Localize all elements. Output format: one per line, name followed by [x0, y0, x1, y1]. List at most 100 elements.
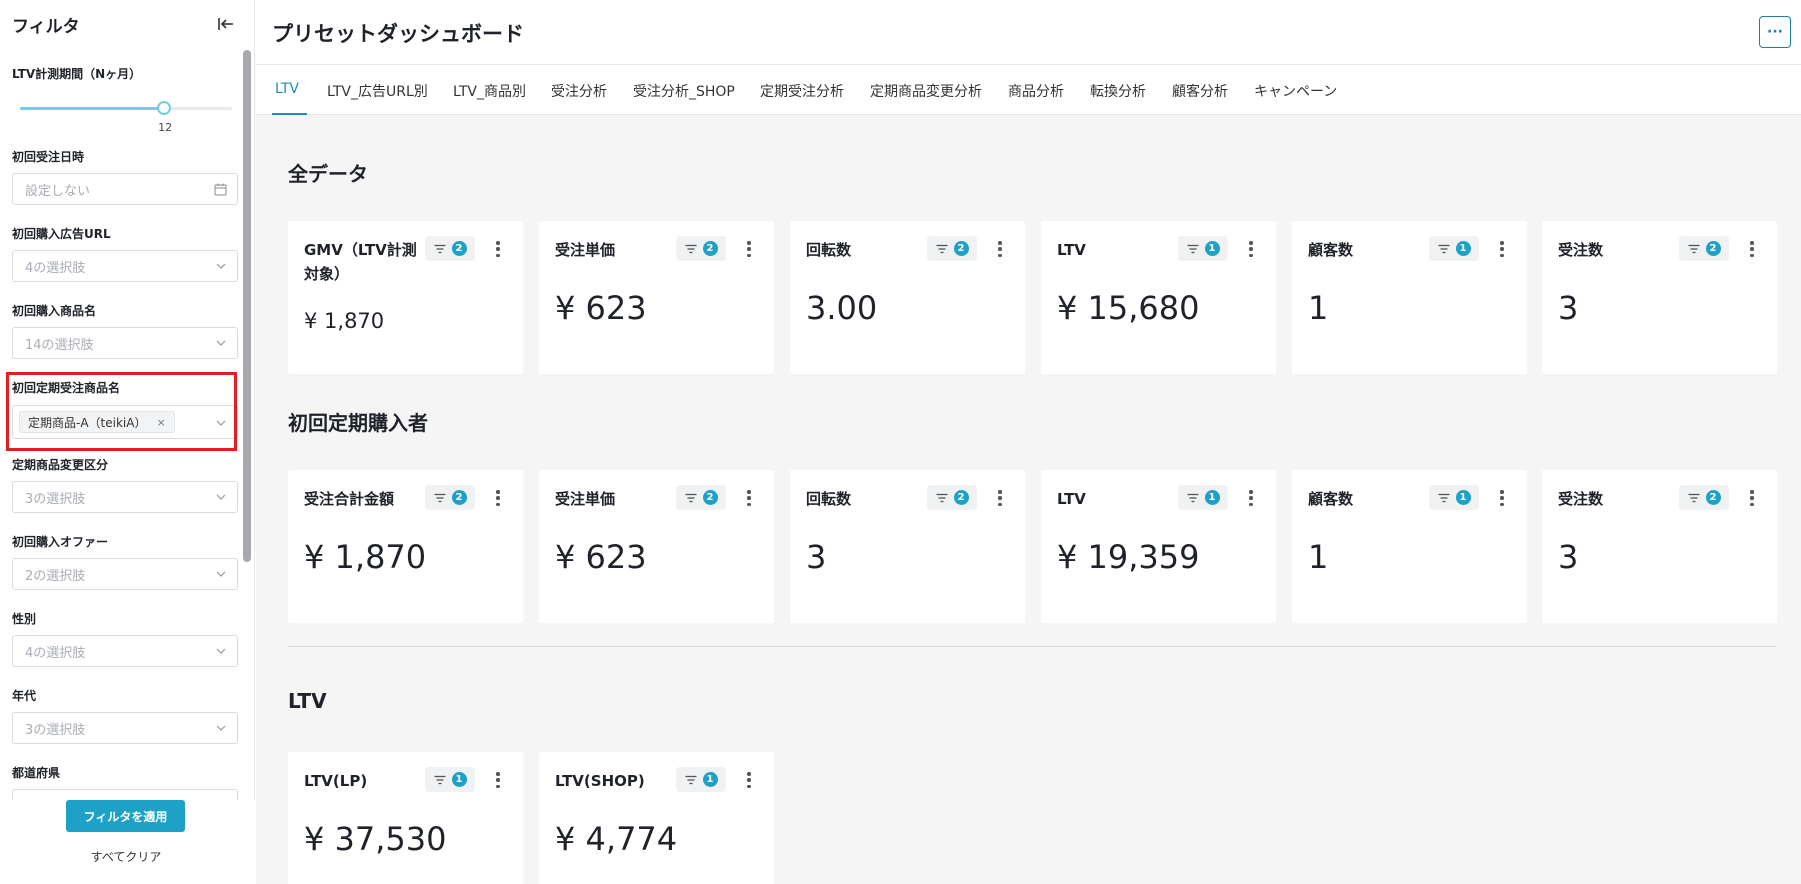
card-title: LTV	[1057, 241, 1086, 259]
card-filter-chip[interactable]: 2	[927, 236, 977, 261]
filter-count-badge: 1	[1204, 241, 1220, 256]
ltv-period-label: LTV計測期間（Nヶ月）	[12, 67, 142, 81]
card-title: 顧客数	[1308, 241, 1354, 259]
card-menu-icon[interactable]	[493, 238, 503, 260]
filter-icon	[1438, 244, 1450, 254]
first-ad-url-select[interactable]: 4の選択肢	[12, 250, 238, 282]
card-value: ¥ 1,870	[304, 309, 385, 333]
apply-filter-button[interactable]: フィルタを適用	[66, 800, 185, 832]
card-filter-chip[interactable]: 1	[1429, 485, 1479, 510]
subscription-change-filter: 定期商品変更区分 3の選択肢	[12, 457, 238, 513]
tab-ltv-ad-url[interactable]: LTV_広告URL別	[327, 81, 428, 101]
section-title-ltv: LTV	[288, 689, 327, 713]
card-menu-icon[interactable]	[744, 487, 754, 509]
tab-subscription-order[interactable]: 定期受注分析	[760, 81, 844, 101]
card-filter-chip[interactable]: 1	[1178, 236, 1228, 261]
filter-icon	[936, 493, 948, 503]
tab-ltv[interactable]: LTV	[275, 81, 299, 97]
filter-count-badge: 1	[702, 772, 718, 787]
tab-ltv-product[interactable]: LTV_商品別	[453, 81, 526, 101]
card-value: 3	[1558, 538, 1579, 576]
dashboard-main: プリセットダッシュボード ··· LTV LTV_広告URL別 LTV_商品別 …	[256, 0, 1801, 884]
card-menu-icon[interactable]	[493, 769, 503, 791]
card-filter-chip[interactable]: 2	[676, 236, 726, 261]
filter-label: 都道府県	[12, 766, 61, 780]
card-filter-chip[interactable]: 1	[676, 767, 726, 792]
first-order-date-picker[interactable]: 設定しない	[12, 173, 238, 205]
tab-product-analysis[interactable]: 商品分析	[1008, 81, 1064, 101]
tab-subscription-change[interactable]: 定期商品変更分析	[870, 81, 982, 101]
metric-card: LTV 1 ¥ 19,359	[1041, 470, 1276, 623]
filter-count-badge: 2	[953, 490, 969, 505]
first-product-select[interactable]: 14の選択肢	[12, 327, 238, 359]
filter-count-badge: 1	[451, 772, 467, 787]
metric-card: LTV 1 ¥ 15,680	[1041, 221, 1276, 374]
card-title: GMV（LTV計測対象）	[304, 241, 417, 283]
more-options-button[interactable]: ···	[1759, 16, 1791, 48]
tab-customer-analysis[interactable]: 顧客分析	[1172, 81, 1228, 101]
metric-card: 受注合計金額 2 ¥ 1,870	[288, 470, 523, 623]
filter-icon	[1438, 493, 1450, 503]
tab-order-analysis[interactable]: 受注分析	[551, 81, 607, 101]
filter-label: 性別	[12, 612, 37, 626]
card-title: LTV(SHOP)	[555, 772, 645, 790]
first-offer-select[interactable]: 2の選択肢	[12, 558, 238, 590]
card-filter-chip[interactable]: 1	[1178, 485, 1228, 510]
card-filter-chip[interactable]: 1	[425, 767, 475, 792]
card-menu-icon[interactable]	[1747, 487, 1757, 509]
slider-value: 12	[158, 121, 173, 134]
card-filter-chip[interactable]: 1	[1429, 236, 1479, 261]
filter-icon	[434, 493, 446, 503]
card-menu-icon[interactable]	[1246, 487, 1256, 509]
card-menu-icon[interactable]	[493, 487, 503, 509]
filter-count-badge: 2	[1705, 241, 1721, 256]
chevron-down-icon	[216, 340, 226, 346]
card-menu-icon[interactable]	[995, 238, 1005, 260]
card-title: 回転数	[806, 241, 852, 259]
gender-select[interactable]: 4の選択肢	[12, 635, 238, 667]
tab-conversion-analysis[interactable]: 転換分析	[1090, 81, 1146, 101]
card-title: 受注単価	[555, 241, 616, 259]
card-menu-icon[interactable]	[1246, 238, 1256, 260]
clear-all-button[interactable]: すべてクリア	[0, 848, 252, 865]
scrollbar-thumb[interactable]	[243, 50, 251, 562]
metric-card: 受注数 2 3	[1542, 221, 1777, 374]
card-value: ¥ 1,870	[304, 538, 427, 576]
prefecture-select[interactable]	[12, 789, 238, 800]
card-filter-chip[interactable]: 2	[425, 236, 475, 261]
card-filter-chip[interactable]: 2	[1679, 236, 1729, 261]
filter-icon	[1688, 244, 1700, 254]
card-menu-icon[interactable]	[744, 769, 754, 791]
filter-label: 初回購入商品名	[12, 304, 97, 318]
card-menu-icon[interactable]	[1497, 238, 1507, 260]
prefecture-filter: 都道府県	[12, 765, 238, 800]
card-value: ¥ 15,680	[1057, 289, 1200, 327]
card-filter-chip[interactable]: 2	[676, 485, 726, 510]
subscription-change-select[interactable]: 3の選択肢	[12, 481, 238, 513]
sidebar-scrollbar[interactable]	[242, 48, 252, 800]
card-filter-chip[interactable]: 2	[1679, 485, 1729, 510]
filter-icon	[1187, 244, 1199, 254]
filter-count-badge: 2	[451, 490, 467, 505]
metric-card: 受注単価 2 ¥ 623	[539, 221, 774, 374]
filter-icon	[434, 775, 446, 785]
card-menu-icon[interactable]	[1747, 238, 1757, 260]
age-group-filter: 年代 3の選択肢	[12, 688, 238, 744]
card-value: 3	[806, 538, 827, 576]
card-filter-chip[interactable]: 2	[425, 485, 475, 510]
metric-card: 受注数 2 3	[1542, 470, 1777, 623]
card-menu-icon[interactable]	[995, 487, 1005, 509]
tab-campaign[interactable]: キャンペーン	[1254, 81, 1337, 101]
filter-label: 定期商品変更区分	[12, 458, 109, 472]
tab-order-analysis-shop[interactable]: 受注分析_SHOP	[633, 81, 735, 101]
slider-handle[interactable]	[157, 101, 172, 115]
age-group-select[interactable]: 3の選択肢	[12, 712, 238, 744]
collapse-sidebar-icon[interactable]	[215, 13, 237, 35]
card-menu-icon[interactable]	[1497, 487, 1507, 509]
card-filter-chip[interactable]: 2	[927, 485, 977, 510]
gender-filter: 性別 4の選択肢	[12, 611, 238, 667]
filter-count-badge: 1	[1204, 490, 1220, 505]
card-menu-icon[interactable]	[744, 238, 754, 260]
ltv-period-filter: LTV計測期間（Nヶ月） 12	[12, 66, 238, 146]
ltv-period-slider[interactable]	[20, 107, 232, 110]
